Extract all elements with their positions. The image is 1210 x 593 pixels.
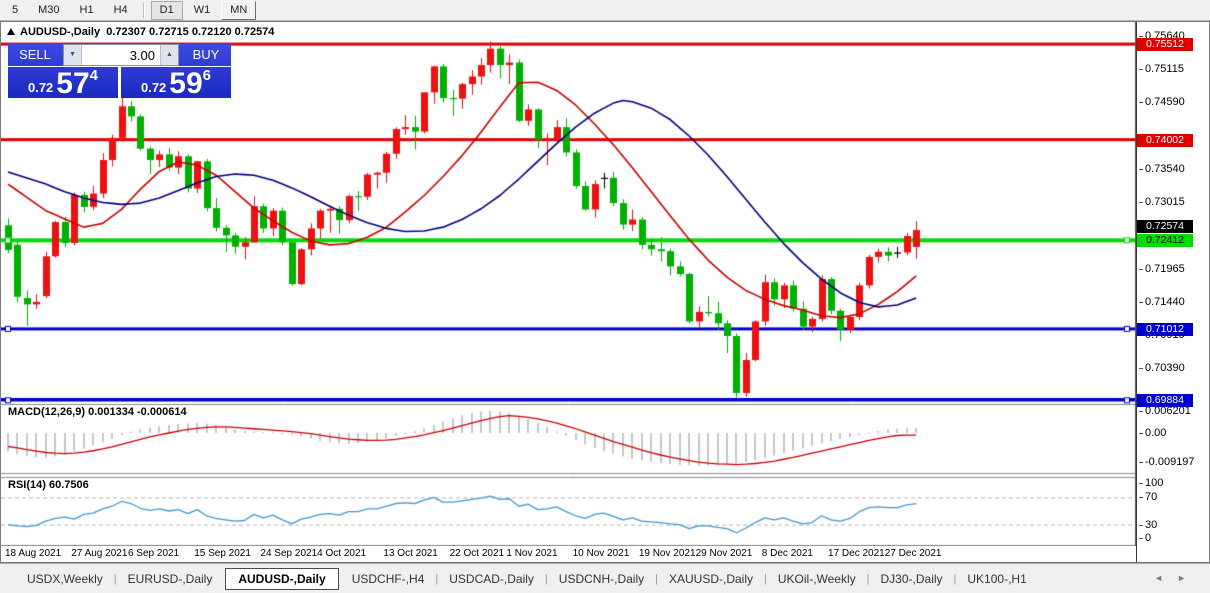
- buy-price-base: 0.72: [141, 80, 166, 95]
- buy-price-display[interactable]: 0.72 59 6: [121, 67, 231, 98]
- timeframe-button-m5[interactable]: 5: [3, 1, 27, 20]
- tab-usdcnh-daily[interactable]: USDCNH-,Daily: [546, 568, 657, 590]
- date-label: 27 Dec 2021: [885, 548, 942, 559]
- date-label: 27 Aug 2021: [71, 548, 127, 559]
- macd-indicator-label: MACD(12,26,9) 0.001334 -0.000614: [8, 406, 187, 418]
- price-badge-0.69884: 0.69884: [1137, 394, 1193, 407]
- volume-decrease-button[interactable]: ▼: [64, 45, 82, 65]
- volume-stepper: ▼ ▲: [63, 44, 179, 66]
- panel-toggle-icon[interactable]: [7, 28, 15, 35]
- date-label: 1 Nov 2021: [506, 548, 557, 559]
- date-label: 10 Nov 2021: [573, 548, 630, 559]
- macd-tick-0.00: 0.00: [1145, 427, 1166, 440]
- tab-scroll-arrows: ◄►: [1154, 573, 1200, 583]
- tab-audusd-daily[interactable]: AUDUSD-,Daily: [225, 568, 338, 590]
- timeframe-button-mn[interactable]: MN: [221, 1, 256, 20]
- chart-symbol-label: AUDUSD-,Daily: [20, 26, 100, 38]
- tab-ukoil-weekly[interactable]: UKOil-,Weekly: [765, 568, 869, 590]
- price-tick-0.75115: 0.75115: [1145, 63, 1184, 76]
- sell-price-display[interactable]: 0.72 57 4: [8, 67, 118, 98]
- sell-button[interactable]: SELL: [8, 44, 62, 66]
- rsi-tick-0: 0: [1145, 532, 1151, 545]
- tab-usdx-weekly[interactable]: USDX,Weekly: [14, 568, 116, 590]
- date-label: 8 Dec 2021: [762, 548, 813, 559]
- sell-price-big: 57: [56, 70, 89, 98]
- trade-panel-price-row: 0.72 57 4 0.72 59 6: [8, 67, 231, 98]
- support-line-06988[interactable]: [1, 398, 1136, 403]
- date-label: 17 Dec 2021: [828, 548, 885, 559]
- volume-increase-button[interactable]: ▲: [160, 45, 178, 65]
- rsi-tick-70: 70: [1145, 491, 1157, 504]
- rsi-tick-30: 30: [1145, 519, 1157, 532]
- current-price-badge: 0.72574: [1137, 220, 1193, 233]
- timeframe-button-d1[interactable]: D1: [151, 1, 183, 20]
- date-label: 18 Aug 2021: [5, 548, 61, 559]
- tab-dj30-daily[interactable]: DJ30-,Daily: [868, 568, 956, 590]
- buy-price-pip: 6: [203, 67, 211, 84]
- buy-button[interactable]: BUY: [181, 44, 231, 66]
- support-line-07101[interactable]: [1, 327, 1136, 332]
- price-tick-0.73540: 0.73540: [1145, 163, 1185, 176]
- tab-scroll-left-icon[interactable]: ◄: [1154, 573, 1177, 583]
- date-label: 15 Sep 2021: [194, 548, 251, 559]
- buy-price-big: 59: [169, 70, 202, 98]
- chart-window: AUDUSD-,Daily 0.72307 0.72715 0.72120 0.…: [0, 21, 1210, 563]
- sell-price-pip: 4: [90, 67, 98, 84]
- tab-eurusd-daily[interactable]: EURUSD-,Daily: [115, 568, 226, 590]
- price-tick-0.74590: 0.74590: [1145, 96, 1185, 109]
- rsi-tick-100: 100: [1145, 477, 1163, 490]
- date-label: 6 Sep 2021: [128, 548, 179, 559]
- date-label: 19 Nov 2021: [639, 548, 696, 559]
- sell-price-base: 0.72: [28, 80, 53, 95]
- chart-canvas[interactable]: [1, 22, 1136, 562]
- chart-ohlc-values: 0.72307 0.72715 0.72120 0.72574: [106, 26, 274, 38]
- timeframe-button-h1[interactable]: H1: [71, 1, 103, 20]
- tab-scroll-right-icon[interactable]: ►: [1177, 573, 1200, 583]
- tab-uk100-h1[interactable]: UK100-,H1: [954, 568, 1039, 590]
- chart-tab-bar: USDX,Weekly|EURUSD-,DailyAUDUSD-,DailyUS…: [0, 563, 1210, 593]
- date-label: 13 Oct 2021: [383, 548, 437, 559]
- macd-tick--0.009197: -0.009197: [1145, 456, 1195, 469]
- price-badge-0.75512: 0.75512: [1137, 38, 1193, 51]
- tab-xauusd-daily[interactable]: XAUUSD-,Daily: [656, 568, 766, 590]
- price-tick-0.71440: 0.71440: [1145, 296, 1185, 309]
- tab-usdchf-h4[interactable]: USDCHF-,H4: [339, 568, 438, 590]
- timeframe-button-m30[interactable]: M30: [29, 1, 68, 20]
- date-label: 4 Oct 2021: [317, 548, 366, 559]
- date-label: 24 Sep 2021: [260, 548, 317, 559]
- price-tick-0.70390: 0.70390: [1145, 362, 1185, 375]
- toolbar-separator: [143, 3, 145, 18]
- date-label: 22 Oct 2021: [450, 548, 504, 559]
- volume-input[interactable]: [82, 45, 160, 65]
- timeframe-button-h4[interactable]: H4: [105, 1, 137, 20]
- one-click-trading-panel: SELL ▼ ▲ BUY 0.72 57 4 0.72 59 6: [8, 44, 231, 98]
- time-axis[interactable]: 18 Aug 2021 27 Aug 20216 Sep 2021 15 Sep 2…: [1, 546, 1136, 562]
- trade-panel-top-row: SELL ▼ ▲ BUY: [8, 44, 231, 67]
- timeframe-toolbar: 5 M30 H1 H4 D1 W1 MN: [0, 0, 1210, 21]
- price-tick-0.73015: 0.73015: [1145, 196, 1185, 209]
- price-badge-0.71012: 0.71012: [1137, 323, 1193, 336]
- price-badge-0.72412: 0.72412: [1137, 234, 1193, 247]
- price-tick-0.71965: 0.71965: [1145, 263, 1185, 276]
- price-badge-0.74002: 0.74002: [1137, 134, 1193, 147]
- timeframe-button-w1[interactable]: W1: [185, 1, 220, 20]
- price-axis[interactable]: 0.756400.751150.745900.735400.730150.719…: [1136, 22, 1209, 562]
- resistance-line-07400[interactable]: [1, 138, 1136, 143]
- support-line-07241[interactable]: [1, 238, 1136, 243]
- date-label: 29 Nov 2021: [696, 548, 753, 559]
- chart-title: AUDUSD-,Daily 0.72307 0.72715 0.72120 0.…: [7, 26, 274, 38]
- rsi-indicator-label: RSI(14) 60.7506: [8, 479, 89, 491]
- tab-usdcad-daily[interactable]: USDCAD-,Daily: [436, 568, 547, 590]
